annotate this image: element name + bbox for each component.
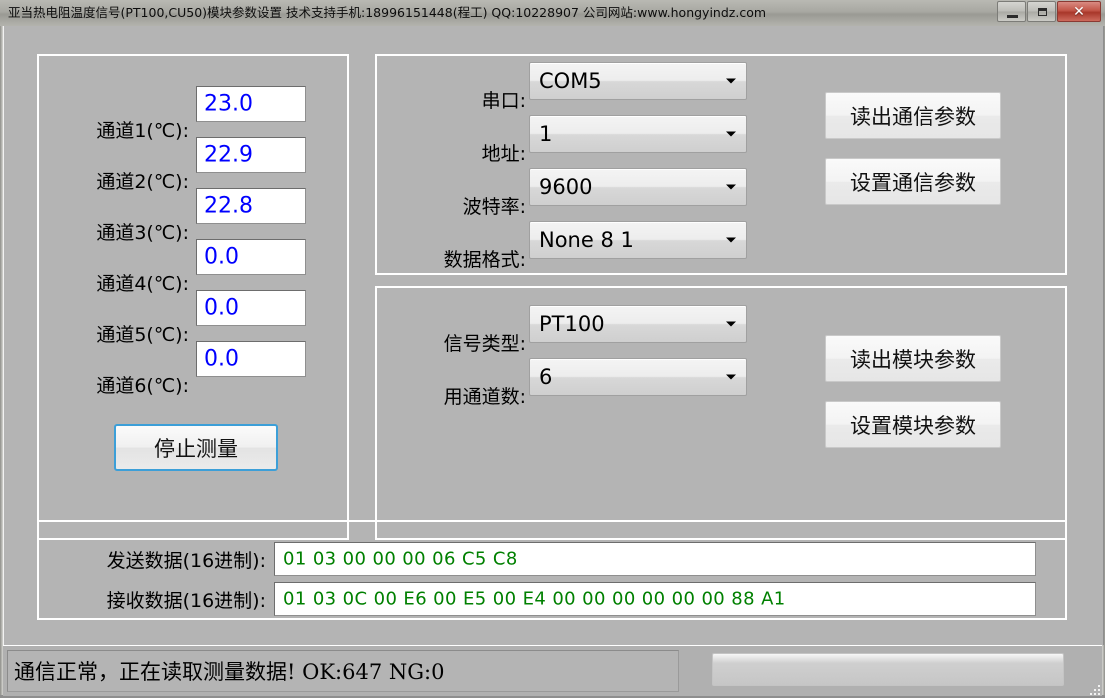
maximize-icon — [1038, 8, 1047, 16]
address-select[interactable]: 1 — [529, 115, 747, 153]
channel-6-label: 通道6(℃): — [49, 374, 189, 398]
channel-5-value: 0.0 — [204, 296, 239, 321]
client-area: 通道1(℃): 通道2(℃): 通道3(℃): 通道4(℃): 通道5(℃): … — [3, 26, 1104, 645]
application-window: 亚当热电阻温度信号(PT100,CU50)模块参数设置 技术支持手机:18996… — [0, 0, 1105, 698]
chevron-down-icon — [726, 185, 736, 190]
status-message: 通信正常，正在读取测量数据! OK:647 NG:0 — [14, 656, 444, 686]
window-controls: ✕ — [997, 1, 1101, 22]
chevron-down-icon — [726, 238, 736, 243]
channel-2-label: 通道2(℃): — [49, 170, 189, 194]
send-data-value: 01 03 00 00 00 06 C5 C8 — [283, 549, 518, 570]
chevron-down-icon — [726, 132, 736, 137]
data-format-value: None 8 1 — [539, 228, 634, 252]
address-label: 地址: — [381, 142, 526, 166]
recv-data-label: 接收数据(16进制): — [51, 589, 266, 613]
set-module-params-button[interactable]: 设置模块参数 — [825, 401, 1001, 448]
channel-2-value-field[interactable]: 22.9 — [196, 137, 306, 173]
minimize-button[interactable] — [997, 1, 1026, 22]
read-module-params-button[interactable]: 读出模块参数 — [825, 335, 1001, 382]
progress-bar — [712, 653, 1064, 686]
channel-6-value: 0.0 — [204, 347, 239, 372]
channel-6-value-field[interactable]: 0.0 — [196, 341, 306, 377]
recv-data-value: 01 03 0C 00 E6 00 E5 00 E4 00 00 00 00 0… — [283, 589, 786, 610]
channel-4-value: 0.0 — [204, 245, 239, 270]
serial-port-select[interactable]: COM5 — [529, 62, 747, 100]
send-data-label: 发送数据(16进制): — [51, 549, 266, 573]
data-format-label: 数据格式: — [371, 248, 526, 272]
stop-measure-button[interactable]: 停止测量 — [114, 424, 278, 471]
channel-1-value-field[interactable]: 23.0 — [196, 86, 306, 122]
signal-type-select[interactable]: PT100 — [529, 305, 747, 343]
channel-5-value-field[interactable]: 0.0 — [196, 290, 306, 326]
channel-4-value-field[interactable]: 0.0 — [196, 239, 306, 275]
channel-3-value-field[interactable]: 22.8 — [196, 188, 306, 224]
read-comm-params-button[interactable]: 读出通信参数 — [825, 92, 1001, 139]
baudrate-select[interactable]: 9600 — [529, 168, 747, 206]
status-message-field: 通信正常，正在读取测量数据! OK:647 NG:0 — [7, 650, 679, 692]
channel-3-label: 通道3(℃): — [49, 221, 189, 245]
window-title: 亚当热电阻温度信号(PT100,CU50)模块参数设置 技术支持手机:18996… — [8, 4, 766, 22]
channel-count-select[interactable]: 6 — [529, 358, 747, 396]
address-value: 1 — [539, 122, 552, 146]
signal-type-label: 信号类型: — [371, 332, 526, 356]
set-comm-params-button[interactable]: 设置通信参数 — [825, 158, 1001, 205]
channel-4-label: 通道4(℃): — [49, 272, 189, 296]
chevron-down-icon — [726, 322, 736, 327]
channel-2-value: 22.9 — [204, 143, 253, 168]
baudrate-value: 9600 — [539, 175, 592, 199]
minimize-icon — [1007, 15, 1018, 18]
channel-1-label: 通道1(℃): — [49, 119, 189, 143]
send-data-field[interactable]: 01 03 00 00 00 06 C5 C8 — [274, 542, 1036, 576]
channel-3-value: 22.8 — [204, 194, 253, 219]
resize-grip[interactable] — [1088, 683, 1100, 695]
serial-port-value: COM5 — [539, 69, 602, 93]
channel-count-value: 6 — [539, 365, 552, 389]
baudrate-label: 波特率: — [381, 195, 526, 219]
chevron-down-icon — [726, 79, 736, 84]
signal-type-value: PT100 — [539, 312, 605, 336]
recv-data-field[interactable]: 01 03 0C 00 E6 00 E5 00 E4 00 00 00 00 0… — [274, 582, 1036, 616]
channel-1-value: 23.0 — [204, 92, 253, 117]
data-format-select[interactable]: None 8 1 — [529, 221, 747, 259]
channel-5-label: 通道5(℃): — [49, 323, 189, 347]
title-bar[interactable]: 亚当热电阻温度信号(PT100,CU50)模块参数设置 技术支持手机:18996… — [0, 0, 1105, 27]
serial-port-label: 串口: — [381, 89, 526, 113]
chevron-down-icon — [726, 375, 736, 380]
close-icon: ✕ — [1058, 2, 1100, 21]
maximize-button[interactable] — [1027, 1, 1056, 22]
channel-count-label: 用通道数: — [371, 385, 526, 409]
close-button[interactable]: ✕ — [1057, 1, 1101, 22]
